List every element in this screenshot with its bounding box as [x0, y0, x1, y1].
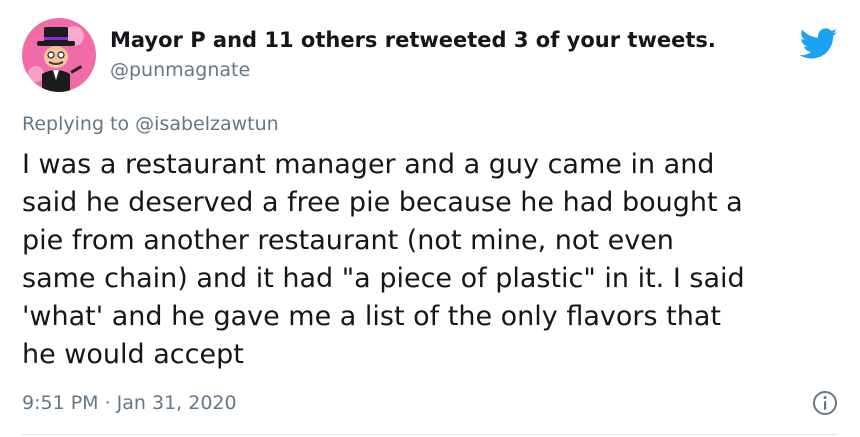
- tweet-card: Mayor P and 11 others retweeted 3 of you…: [0, 0, 860, 437]
- tweet-timestamp[interactable]: 9:51 PM · Jan 31, 2020: [22, 392, 237, 414]
- avatar-illustration: [22, 18, 96, 92]
- info-icon[interactable]: [812, 390, 838, 416]
- tweet-text: I was a restaurant manager and a guy cam…: [22, 149, 745, 370]
- avatar[interactable]: [22, 18, 96, 92]
- divider: [22, 434, 838, 435]
- tweet-header: Mayor P and 11 others retweeted 3 of you…: [22, 18, 838, 94]
- twitter-bird-icon[interactable]: [800, 28, 838, 60]
- replying-to[interactable]: Replying to @isabelzawtun: [22, 113, 279, 135]
- user-handle[interactable]: @punmagnate: [110, 59, 250, 81]
- retweet-notice[interactable]: Mayor P and 11 others retweeted 3 of you…: [110, 28, 716, 52]
